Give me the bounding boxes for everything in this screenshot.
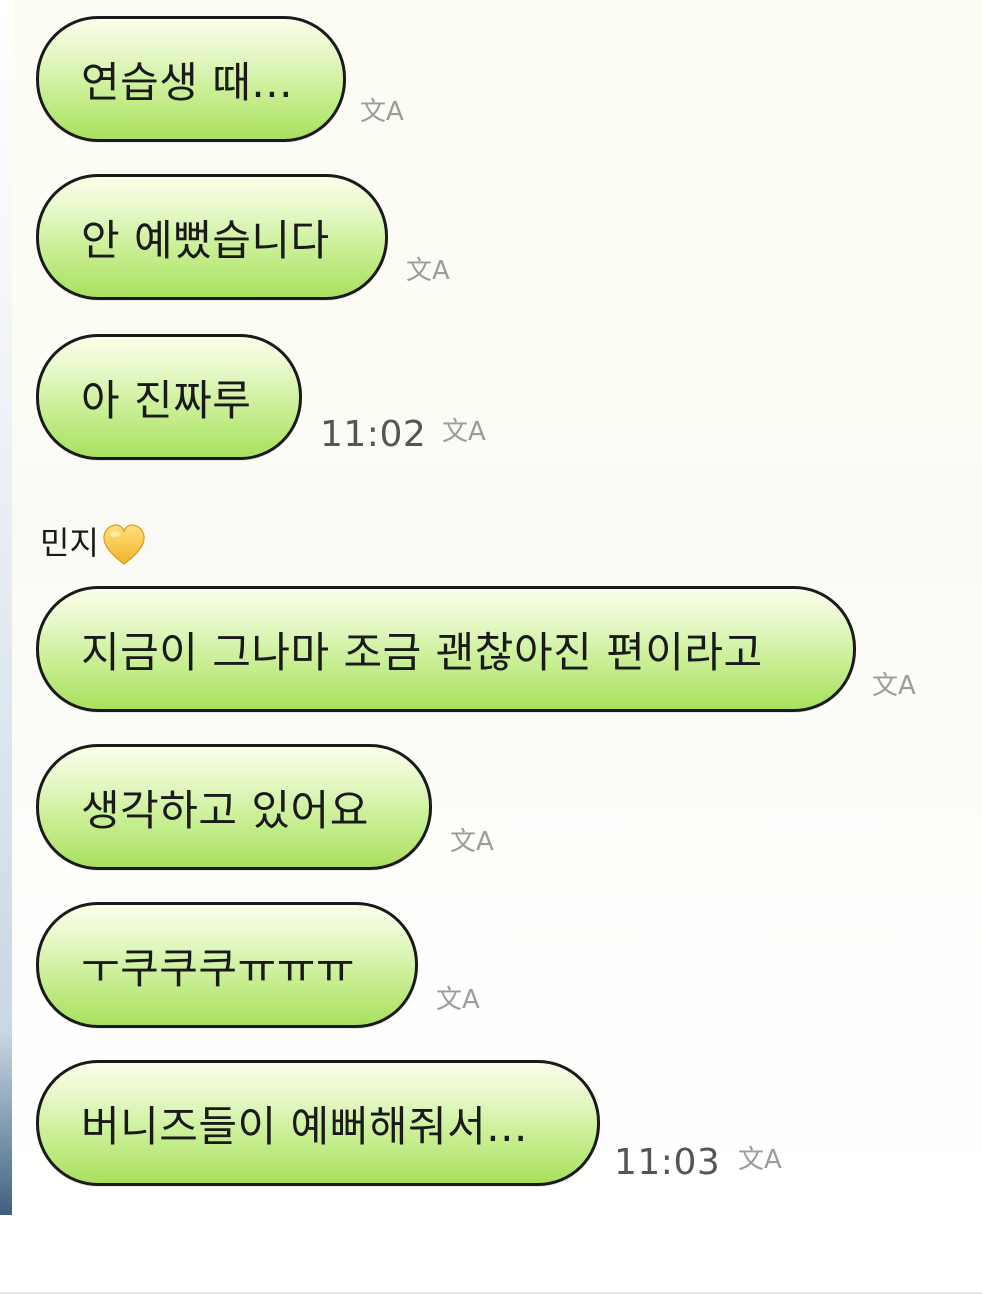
message-text: 지금이 그나마 조금 괜찮아진 편이라고 bbox=[81, 627, 763, 677]
translate-icon-glyph: 文A bbox=[738, 1145, 782, 1175]
message-bubble[interactable]: 아 진짜루 bbox=[36, 334, 302, 460]
translate-icon[interactable]: 文A bbox=[738, 1146, 782, 1173]
translate-icon-glyph: 文A bbox=[872, 671, 916, 701]
message-text: 생각하고 있어요 bbox=[81, 785, 369, 835]
message-text: 연습생 때... bbox=[81, 57, 293, 107]
message-bubble[interactable]: ㅜ쿠쿠쿠ㅠㅠㅠ bbox=[36, 902, 418, 1028]
message-bubble[interactable]: 생각하고 있어요 bbox=[36, 744, 432, 870]
translate-icon-glyph: 文A bbox=[436, 985, 480, 1015]
message-text: 아 진짜루 bbox=[81, 375, 252, 425]
translate-icon-glyph: 文A bbox=[360, 97, 404, 127]
message-bubble[interactable]: 버니즈들이 예뻐해줘서... bbox=[36, 1060, 600, 1186]
sender-name: 민지 bbox=[40, 524, 99, 562]
yellow-heart-icon bbox=[103, 524, 145, 565]
bottom-blank-area bbox=[0, 1215, 982, 1294]
message-timestamp: 11:03 bbox=[614, 1142, 721, 1183]
translate-icon[interactable]: 文A bbox=[450, 828, 494, 855]
message-bubble[interactable]: 지금이 그나마 조금 괜찮아진 편이라고 bbox=[36, 586, 856, 712]
translate-icon-glyph: 文A bbox=[406, 256, 450, 286]
message-text: ㅜ쿠쿠쿠ㅠㅠㅠ bbox=[81, 943, 355, 993]
message-bubble[interactable]: 연습생 때... bbox=[36, 16, 346, 142]
translate-icon[interactable]: 文A bbox=[872, 672, 916, 699]
translate-icon[interactable]: 文A bbox=[406, 257, 450, 284]
translate-icon-glyph: 文A bbox=[450, 827, 494, 857]
translate-icon-glyph: 文A bbox=[442, 417, 486, 447]
background-image-strip bbox=[0, 0, 12, 1215]
message-text: 버니즈들이 예뻐해줘서... bbox=[81, 1101, 528, 1151]
sender-name-row[interactable]: 민지 bbox=[40, 518, 147, 565]
message-bubble[interactable]: 안 예뻤습니다 bbox=[36, 174, 388, 300]
chat-area: 연습생 때... 文A 안 예뻤습니다 文A 아 진짜루 11:02 文A 민지 bbox=[0, 0, 982, 1215]
translate-icon[interactable]: 文A bbox=[442, 418, 486, 445]
message-timestamp: 11:02 bbox=[320, 414, 427, 455]
translate-icon[interactable]: 文A bbox=[436, 986, 480, 1013]
message-text: 안 예뻤습니다 bbox=[81, 215, 330, 265]
translate-icon[interactable]: 文A bbox=[360, 98, 404, 125]
